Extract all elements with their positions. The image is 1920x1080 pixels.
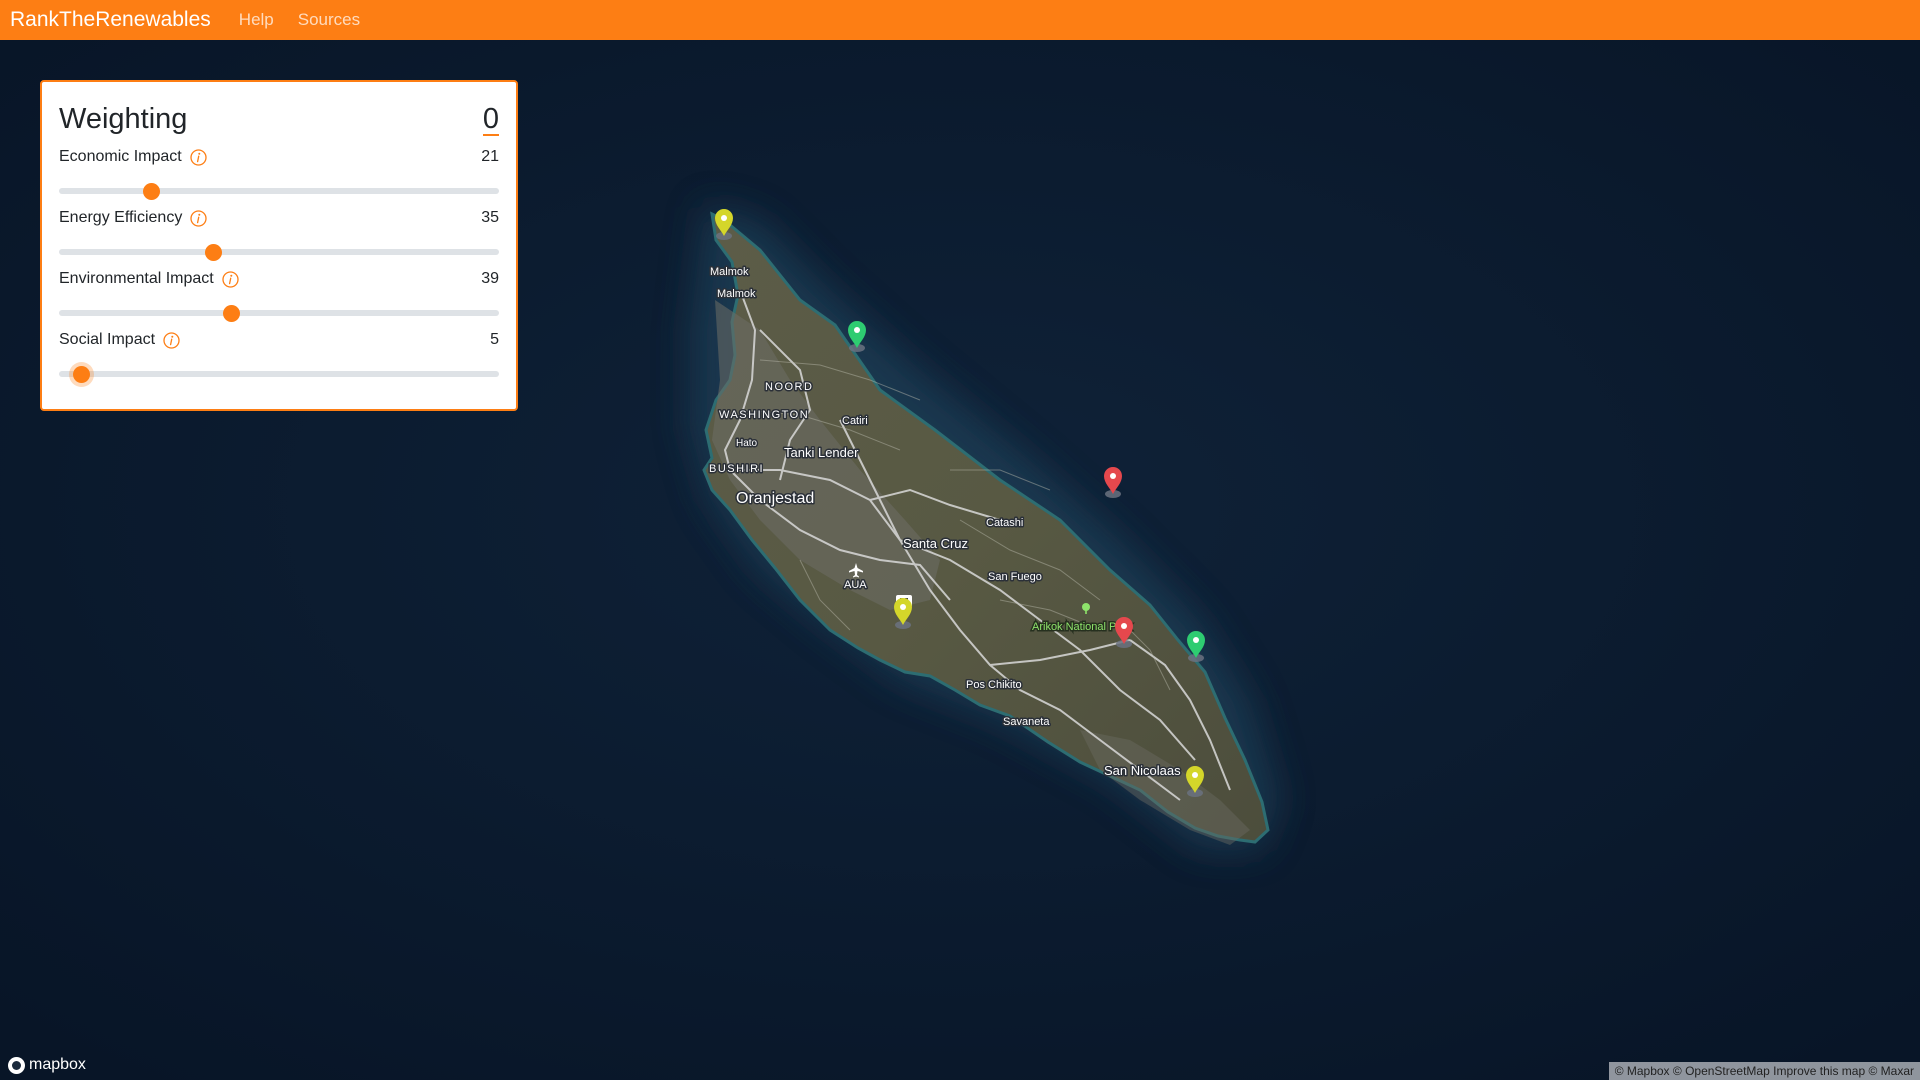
map-marker-icon[interactable] [1187, 631, 1205, 662]
map-marker-icon[interactable] [848, 321, 866, 352]
info-icon[interactable] [190, 209, 207, 227]
map-marker-icon[interactable] [715, 209, 733, 240]
nav-sources-link[interactable]: Sources [298, 10, 360, 30]
criterion-label: Economic Impact [59, 148, 182, 165]
slider-track [59, 310, 499, 316]
label-malmok-2: Malmok [717, 288, 756, 300]
weighting-total: 0 [482, 103, 499, 136]
map-attribution[interactable]: © Mapbox © OpenStreetMap Improve this ma… [1608, 1062, 1920, 1080]
criterion-social-impact: Social Impact 5 [59, 329, 499, 383]
criterion-environmental-impact: Environmental Impact 39 [59, 268, 499, 322]
criterion-value: 21 [481, 148, 499, 165]
criterion-value: 39 [481, 270, 499, 287]
slider-track [59, 371, 499, 377]
mapbox-logo-icon [8, 1056, 25, 1074]
label-washington: WASHINGTON [719, 409, 809, 421]
mapbox-logo-text: mapbox [29, 1056, 86, 1073]
criterion-value: 5 [490, 331, 499, 348]
map-marker-icon[interactable] [1115, 617, 1133, 648]
slider-track [59, 188, 499, 194]
map-marker-icon[interactable] [894, 598, 912, 629]
panel-header: Weighting 0 [59, 96, 499, 136]
label-hato: Hato [736, 438, 758, 449]
criterion-label: Social Impact [59, 331, 156, 348]
economic-impact-slider[interactable] [59, 183, 499, 200]
label-tanki-lender: Tanki Lender [784, 445, 859, 460]
label-santa-cruz: Santa Cruz [903, 536, 968, 551]
slider-thumb[interactable] [73, 366, 90, 383]
label-savaneta: Savaneta [1003, 716, 1050, 728]
slider-track [59, 249, 499, 255]
brand-link[interactable]: RankTheRenewables [10, 8, 211, 32]
label-san-nicolaas: San Nicolaas [1104, 763, 1181, 778]
social-impact-slider[interactable] [59, 366, 499, 383]
environmental-impact-slider[interactable] [59, 305, 499, 322]
info-icon[interactable] [222, 270, 239, 288]
criterion-label: Environmental Impact [59, 270, 214, 287]
nav-help-link[interactable]: Help [239, 10, 274, 30]
slider-thumb[interactable] [205, 244, 222, 261]
criterion-value: 35 [481, 209, 499, 226]
criterion-economic-impact: Economic Impact 21 [59, 146, 499, 200]
mapbox-logo[interactable]: mapbox [8, 1056, 86, 1074]
label-noord: NOORD [765, 381, 813, 393]
label-malmok-1: Malmok [710, 266, 749, 278]
label-oranjestad: Oranjestad [736, 490, 814, 507]
weighting-panel: Weighting 0 Economic Impact 21 Energy Ef… [40, 80, 518, 411]
label-catiri: Catiri [842, 415, 868, 427]
slider-thumb[interactable] [143, 183, 161, 200]
label-catashi: Catashi [986, 517, 1023, 529]
info-icon[interactable] [163, 331, 180, 349]
label-aua: AUA [844, 579, 867, 591]
navbar: RankTheRenewables Help Sources [0, 0, 1920, 40]
panel-title: Weighting [59, 103, 188, 135]
label-pos-chikito: Pos Chikito [966, 679, 1022, 691]
slider-thumb[interactable] [222, 305, 240, 322]
criterion-energy-efficiency: Energy Efficiency 35 [59, 207, 499, 261]
map-marker-icon[interactable] [1186, 766, 1204, 797]
criterion-label: Energy Efficiency [59, 209, 183, 226]
info-icon[interactable] [190, 148, 207, 166]
map-marker-icon[interactable] [1104, 467, 1122, 498]
label-san-fuego: San Fuego [988, 571, 1042, 583]
energy-efficiency-slider[interactable] [59, 244, 499, 261]
label-bushiri: BUSHIRI [709, 463, 764, 475]
